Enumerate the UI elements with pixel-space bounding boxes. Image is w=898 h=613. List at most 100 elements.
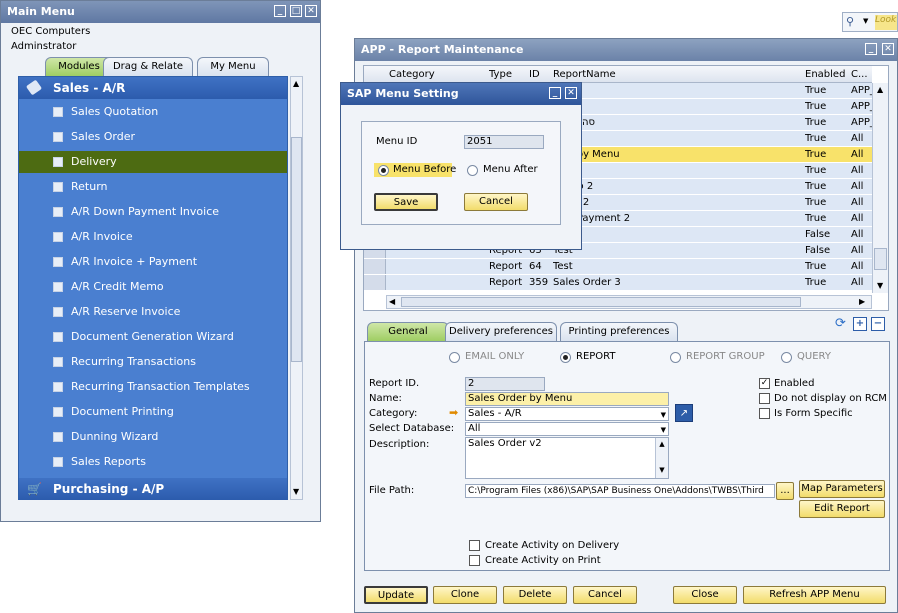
column-header[interactable]: ReportName [553, 67, 803, 82]
menu-item-selected[interactable]: Delivery [19, 151, 287, 173]
menu-item-label: A/R Credit Memo [71, 280, 164, 293]
scroll-thumb[interactable] [401, 297, 801, 307]
document-icon [53, 257, 63, 267]
radio-query[interactable] [781, 352, 792, 363]
tab-delivery-preferences[interactable]: Delivery preferences [445, 322, 557, 342]
category-select[interactable]: Sales - A/R ▼ [465, 407, 669, 421]
tab-printing-preferences[interactable]: Printing preferences [560, 322, 678, 342]
tab-general[interactable]: General [367, 322, 449, 342]
section-header-purchasing[interactable]: 🛒 Purchasing - A/P [19, 478, 287, 500]
scroll-right-icon[interactable]: ▶ [859, 297, 865, 306]
delete-button[interactable]: Delete [503, 586, 567, 604]
scroll-thumb[interactable] [291, 137, 302, 362]
scroll-down-icon[interactable]: ▼ [293, 487, 299, 496]
grid-vscroll[interactable]: ▲ ▼ [872, 83, 888, 293]
menu-item[interactable]: Sales Quotation [19, 101, 287, 123]
chevron-down-icon[interactable]: ▼ [661, 409, 666, 420]
column-header[interactable]: C... [851, 67, 875, 82]
menu-item[interactable]: Recurring Transactions [19, 351, 287, 373]
form-specific-checkbox[interactable] [759, 408, 770, 419]
description-label: Description: [369, 439, 430, 450]
file-path-field[interactable]: C:\Program Files (x86)\SAP\SAP Business … [465, 484, 775, 498]
map-parameters-button[interactable]: Map Parameters [799, 480, 885, 498]
table-cell: True [805, 261, 827, 272]
column-header[interactable]: ID [529, 67, 551, 82]
column-header[interactable]: Category [389, 67, 487, 82]
dialog-cancel-button[interactable]: Cancel [464, 193, 528, 211]
menu-item[interactable]: A/R Credit Memo [19, 276, 287, 298]
clone-button[interactable]: Clone [433, 586, 497, 604]
radio-report-group[interactable] [670, 352, 681, 363]
section-header-sales[interactable]: Sales - A/R [19, 77, 287, 99]
menu-id-field[interactable]: 2051 [464, 135, 544, 149]
search-icon[interactable]: ⚲ [846, 15, 854, 28]
no-rcm-checkbox[interactable] [759, 393, 770, 404]
menu-item[interactable]: Sales Reports [19, 451, 287, 473]
menu-item[interactable]: A/R Invoice + Payment [19, 251, 287, 273]
menu-item[interactable]: A/R Down Payment Invoice [19, 201, 287, 223]
chevron-down-icon[interactable]: ▼ [661, 424, 666, 435]
report-id-field[interactable]: 2 [465, 377, 545, 391]
refresh-app-menu-button[interactable]: Refresh APP Menu [743, 586, 886, 604]
link-arrow-icon[interactable]: ➡ [449, 406, 458, 419]
row-header[interactable] [364, 275, 386, 290]
close-icon[interactable]: ✕ [305, 5, 317, 17]
close-icon[interactable]: ✕ [565, 87, 577, 99]
radio-email-only[interactable] [449, 352, 460, 363]
menu-item[interactable]: Sales Order [19, 126, 287, 148]
database-select[interactable]: All ▼ [465, 422, 669, 436]
grid-header: Category Type ID ReportName Enabled C... [364, 66, 872, 83]
menu-item[interactable]: Dunning Wizard [19, 426, 287, 448]
textarea-scrollbar[interactable]: ▲ ▼ [655, 438, 668, 478]
close-button[interactable]: Close [673, 586, 737, 604]
cancel-button[interactable]: Cancel [573, 586, 637, 604]
scroll-down-icon[interactable]: ▼ [877, 281, 883, 290]
menu-item[interactable]: A/R Invoice [19, 226, 287, 248]
update-button[interactable]: Update [364, 586, 428, 604]
edit-report-button[interactable]: Edit Report [799, 500, 885, 518]
grid-hscroll[interactable]: ◀ ▶ [386, 295, 872, 309]
tab-my-menu[interactable]: My Menu [197, 57, 269, 77]
scroll-up-icon[interactable]: ▲ [293, 79, 299, 88]
search-box[interactable]: ⚲ ▼ Look [842, 12, 898, 32]
open-arrow-icon[interactable]: ↗ [675, 404, 693, 422]
menu-id-label: Menu ID [376, 136, 418, 147]
activity-print-checkbox[interactable] [469, 555, 480, 566]
menu-item[interactable]: A/R Reserve Invoice [19, 301, 287, 323]
menu-scrollbar[interactable]: ▲ ▼ [290, 76, 303, 500]
radio-report[interactable] [560, 352, 571, 363]
minimize-icon[interactable]: _ [274, 5, 286, 17]
name-field[interactable]: Sales Order by Menu [465, 392, 669, 406]
scroll-up-icon[interactable]: ▲ [877, 85, 883, 94]
browse-button[interactable]: ... [776, 482, 794, 500]
row-header[interactable] [364, 259, 386, 274]
column-header[interactable]: Enabled [805, 67, 849, 82]
table-row[interactable]: Report 64 Test True All [364, 259, 872, 275]
tab-drag-relate[interactable]: Drag & Relate [103, 57, 193, 77]
table-row[interactable]: Report 359 Sales Order 3 True All [364, 275, 872, 291]
description-textarea[interactable]: Sales Order v2 ▲ ▼ [465, 437, 669, 479]
radio-menu-before[interactable] [378, 165, 389, 176]
search-input[interactable]: Look [875, 15, 897, 30]
radio-menu-after[interactable] [467, 165, 478, 176]
minimize-icon[interactable]: _ [865, 43, 877, 55]
scroll-left-icon[interactable]: ◀ [389, 297, 395, 306]
minimize-icon[interactable]: _ [549, 87, 561, 99]
table-cell: True [805, 277, 827, 288]
menu-item[interactable]: Recurring Transaction Templates [19, 376, 287, 398]
column-header[interactable]: Type [489, 67, 527, 82]
dialog-save-button[interactable]: Save [374, 193, 438, 211]
maximize-icon[interactable]: □ [290, 5, 302, 17]
scroll-thumb[interactable] [874, 248, 887, 270]
menu-item[interactable]: Return [19, 176, 287, 198]
close-icon[interactable]: ✕ [882, 43, 894, 55]
add-icon[interactable]: + [853, 317, 867, 331]
refresh-icon[interactable]: ⟳ [835, 316, 846, 331]
remove-icon[interactable]: − [871, 317, 885, 331]
activity-delivery-checkbox[interactable] [469, 540, 480, 551]
menu-item[interactable]: Document Printing [19, 401, 287, 423]
search-dropdown-icon[interactable]: ▼ [863, 17, 868, 25]
file-path-label: File Path: [369, 485, 415, 496]
menu-item[interactable]: Document Generation Wizard [19, 326, 287, 348]
enabled-checkbox[interactable]: ✓ [759, 378, 770, 389]
